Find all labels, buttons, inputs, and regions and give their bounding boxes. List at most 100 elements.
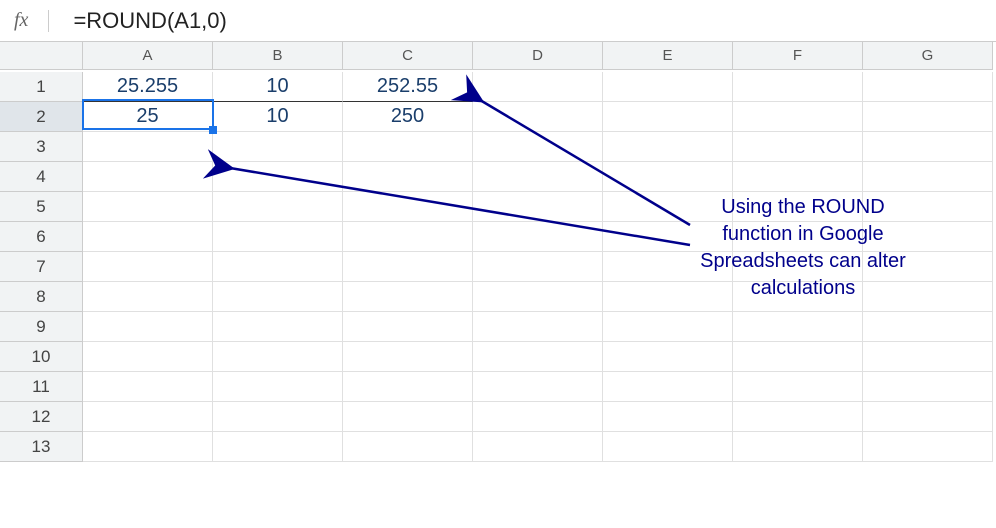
cell-B12[interactable]	[213, 402, 343, 432]
cell-A7[interactable]	[83, 252, 213, 282]
cell-E5[interactable]	[603, 192, 733, 222]
cell-A2[interactable]: 25	[83, 102, 213, 132]
cell-C12[interactable]	[343, 402, 473, 432]
cell-F10[interactable]	[733, 342, 863, 372]
cell-C4[interactable]	[343, 162, 473, 192]
row-header-1[interactable]: 1	[0, 72, 83, 102]
cell-F12[interactable]	[733, 402, 863, 432]
cell-A12[interactable]	[83, 402, 213, 432]
row-header-8[interactable]: 8	[0, 282, 83, 312]
col-header-B[interactable]: B	[213, 42, 343, 70]
cell-C5[interactable]	[343, 192, 473, 222]
cell-G2[interactable]	[863, 102, 993, 132]
cell-F2[interactable]	[733, 102, 863, 132]
cell-E8[interactable]	[603, 282, 733, 312]
col-header-G[interactable]: G	[863, 42, 993, 70]
cell-D5[interactable]	[473, 192, 603, 222]
cell-C8[interactable]	[343, 282, 473, 312]
cell-A5[interactable]	[83, 192, 213, 222]
cell-E13[interactable]	[603, 432, 733, 462]
col-header-D[interactable]: D	[473, 42, 603, 70]
cell-E2[interactable]	[603, 102, 733, 132]
cell-C6[interactable]	[343, 222, 473, 252]
cell-E1[interactable]	[603, 72, 733, 102]
cell-D3[interactable]	[473, 132, 603, 162]
row-header-7[interactable]: 7	[0, 252, 83, 282]
cell-G10[interactable]	[863, 342, 993, 372]
cell-G8[interactable]	[863, 282, 993, 312]
cell-D4[interactable]	[473, 162, 603, 192]
cell-D10[interactable]	[473, 342, 603, 372]
cell-B8[interactable]	[213, 282, 343, 312]
cell-B4[interactable]	[213, 162, 343, 192]
cell-E10[interactable]	[603, 342, 733, 372]
row-header-2[interactable]: 2	[0, 102, 83, 132]
cell-F9[interactable]	[733, 312, 863, 342]
col-header-F[interactable]: F	[733, 42, 863, 70]
cell-B1[interactable]: 10	[213, 72, 343, 102]
col-header-A[interactable]: A	[83, 42, 213, 70]
cell-C11[interactable]	[343, 372, 473, 402]
cell-D13[interactable]	[473, 432, 603, 462]
cell-D2[interactable]	[473, 102, 603, 132]
cell-B11[interactable]	[213, 372, 343, 402]
cell-E9[interactable]	[603, 312, 733, 342]
cell-F5[interactable]	[733, 192, 863, 222]
cell-C7[interactable]	[343, 252, 473, 282]
select-all-corner[interactable]	[0, 42, 83, 70]
cell-G5[interactable]	[863, 192, 993, 222]
col-header-E[interactable]: E	[603, 42, 733, 70]
cell-G1[interactable]	[863, 72, 993, 102]
cell-E4[interactable]	[603, 162, 733, 192]
cell-C13[interactable]	[343, 432, 473, 462]
cell-G3[interactable]	[863, 132, 993, 162]
cell-C10[interactable]	[343, 342, 473, 372]
selection-handle[interactable]	[209, 126, 217, 134]
cell-G12[interactable]	[863, 402, 993, 432]
cell-G4[interactable]	[863, 162, 993, 192]
cell-D12[interactable]	[473, 402, 603, 432]
row-header-9[interactable]: 9	[0, 312, 83, 342]
cell-A13[interactable]	[83, 432, 213, 462]
cell-D11[interactable]	[473, 372, 603, 402]
cell-D9[interactable]	[473, 312, 603, 342]
cell-F3[interactable]	[733, 132, 863, 162]
cell-F11[interactable]	[733, 372, 863, 402]
cell-F4[interactable]	[733, 162, 863, 192]
cell-G9[interactable]	[863, 312, 993, 342]
cell-F1[interactable]	[733, 72, 863, 102]
cell-G11[interactable]	[863, 372, 993, 402]
cell-B9[interactable]	[213, 312, 343, 342]
row-header-12[interactable]: 12	[0, 402, 83, 432]
row-header-5[interactable]: 5	[0, 192, 83, 222]
cell-B3[interactable]	[213, 132, 343, 162]
cell-B7[interactable]	[213, 252, 343, 282]
row-header-13[interactable]: 13	[0, 432, 83, 462]
cell-D1[interactable]	[473, 72, 603, 102]
cell-A11[interactable]	[83, 372, 213, 402]
formula-input[interactable]	[73, 8, 996, 34]
cell-B2[interactable]: 10	[213, 102, 343, 132]
cell-D7[interactable]	[473, 252, 603, 282]
row-header-11[interactable]: 11	[0, 372, 83, 402]
cell-G6[interactable]	[863, 222, 993, 252]
cell-C3[interactable]	[343, 132, 473, 162]
cell-B6[interactable]	[213, 222, 343, 252]
cell-F8[interactable]	[733, 282, 863, 312]
cell-A4[interactable]	[83, 162, 213, 192]
cell-F7[interactable]	[733, 252, 863, 282]
row-header-3[interactable]: 3	[0, 132, 83, 162]
cell-A3[interactable]	[83, 132, 213, 162]
cell-F6[interactable]	[733, 222, 863, 252]
col-header-C[interactable]: C	[343, 42, 473, 70]
cell-E3[interactable]	[603, 132, 733, 162]
cell-E11[interactable]	[603, 372, 733, 402]
cell-E12[interactable]	[603, 402, 733, 432]
cell-B10[interactable]	[213, 342, 343, 372]
cell-C2[interactable]: 250	[343, 102, 473, 132]
cell-A1[interactable]: 25.255	[83, 72, 213, 102]
cell-A8[interactable]	[83, 282, 213, 312]
row-header-4[interactable]: 4	[0, 162, 83, 192]
cell-G13[interactable]	[863, 432, 993, 462]
cell-A6[interactable]	[83, 222, 213, 252]
